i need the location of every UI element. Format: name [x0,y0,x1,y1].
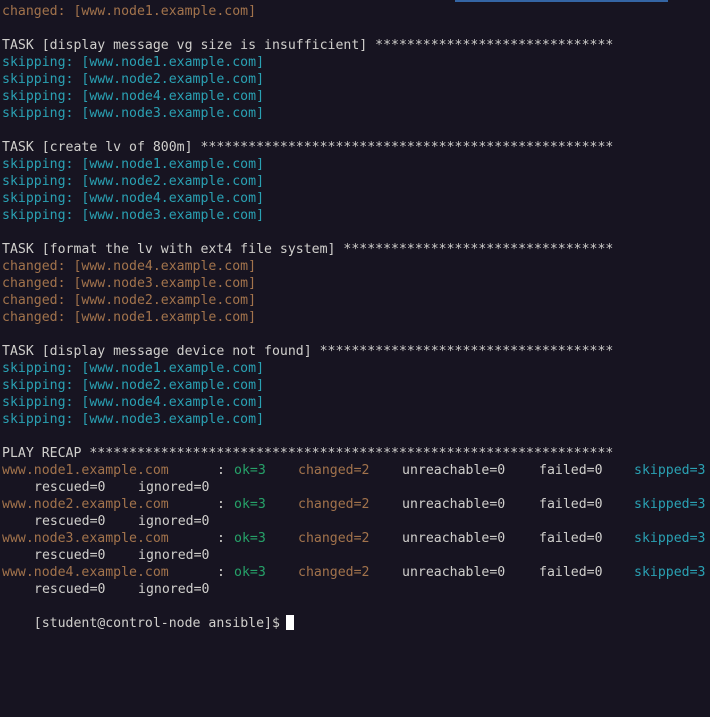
shell-prompt: [student@control-node ansible]$ [33,616,280,631]
output-line: changed: [www.node2.example.com] [2,293,257,308]
play-recap-header: PLAY RECAP *****************************… [2,446,614,461]
recap-changed: changed=2 [298,463,370,478]
output-line: changed: [www.node1.example.com] [2,4,257,19]
recap-failed: failed=0 [539,463,603,478]
task-header: TASK [format the lv with ext4 file syste… [2,242,614,257]
recap-skipped: skipped=3 [634,531,706,546]
recap-failed: failed=0 [539,497,603,512]
output-line: skipping: [www.node2.example.com] [2,174,265,189]
recap-skipped: skipped=3 [634,463,706,478]
recap-host: www.node4.example.com [2,565,169,580]
recap-ignored: ignored=0 [138,548,210,563]
output-line: skipping: [www.node1.example.com] [2,157,265,172]
output-line: changed: [www.node3.example.com] [2,276,257,291]
recap-ok: ok=3 [234,497,266,512]
output-line: changed: [www.node4.example.com] [2,259,257,274]
output-line: skipping: [www.node4.example.com] [2,89,265,104]
window-highlight-bar [455,0,668,2]
recap-row-continued: rescued=0 ignored=0 [2,581,710,598]
recap-row-continued: rescued=0 ignored=0 [2,513,710,530]
task-header: TASK [display message vg size is insuffi… [2,38,614,53]
recap-changed: changed=2 [298,565,370,580]
cursor [285,615,294,630]
recap-row: www.node2.example.com : ok=3 changed=2 u… [2,496,710,513]
recap-rescued: rescued=0 [34,548,106,563]
recap-unreachable: unreachable=0 [402,463,506,478]
recap-ignored: ignored=0 [138,582,210,597]
recap-host: www.node1.example.com [2,463,169,478]
recap-host: www.node2.example.com [2,497,169,512]
recap-changed: changed=2 [298,497,370,512]
recap-ok: ok=3 [234,531,266,546]
recap-rescued: rescued=0 [34,514,106,529]
output-line: skipping: [www.node1.example.com] [2,55,265,70]
output-line: skipping: [www.node4.example.com] [2,395,265,410]
output-line: skipping: [www.node3.example.com] [2,208,265,223]
recap-failed: failed=0 [539,565,603,580]
recap-host: www.node3.example.com [2,531,169,546]
recap-skipped: skipped=3 [634,565,706,580]
recap-rescued: rescued=0 [34,582,106,597]
output-line: skipping: [www.node2.example.com] [2,72,265,87]
output-line: skipping: [www.node1.example.com] [2,361,265,376]
output-line: changed: [www.node1.example.com] [2,310,257,325]
recap-ignored: ignored=0 [138,480,210,495]
recap-colon: : [217,565,225,580]
recap-row: www.node4.example.com : ok=3 changed=2 u… [2,564,710,581]
recap-ok: ok=3 [234,565,266,580]
recap-row-continued: rescued=0 ignored=0 [2,479,710,496]
recap-colon: : [217,497,225,512]
recap-failed: failed=0 [539,531,603,546]
terminal-output[interactable]: changed: [www.node1.example.com] TASK [d… [2,3,710,631]
recap-unreachable: unreachable=0 [402,497,506,512]
recap-colon: : [217,463,225,478]
recap-unreachable: unreachable=0 [402,531,506,546]
output-line: skipping: [www.node2.example.com] [2,378,265,393]
recap-changed: changed=2 [298,531,370,546]
prompt-line[interactable]: [student@control-node ansible]$ [2,598,710,631]
recap-skipped: skipped=3 [634,497,706,512]
task-header: TASK [display message device not found] … [2,344,614,359]
output-line: skipping: [www.node4.example.com] [2,191,265,206]
recap-ignored: ignored=0 [138,514,210,529]
recap-row: www.node1.example.com : ok=3 changed=2 u… [2,462,710,479]
recap-colon: : [217,531,225,546]
recap-ok: ok=3 [234,463,266,478]
recap-unreachable: unreachable=0 [402,565,506,580]
output-line: skipping: [www.node3.example.com] [2,106,265,121]
recap-rescued: rescued=0 [34,480,106,495]
output-line: skipping: [www.node3.example.com] [2,412,265,427]
task-header: TASK [create lv of 800m] ***************… [2,140,614,155]
recap-row-continued: rescued=0 ignored=0 [2,547,710,564]
recap-row: www.node3.example.com : ok=3 changed=2 u… [2,530,710,547]
